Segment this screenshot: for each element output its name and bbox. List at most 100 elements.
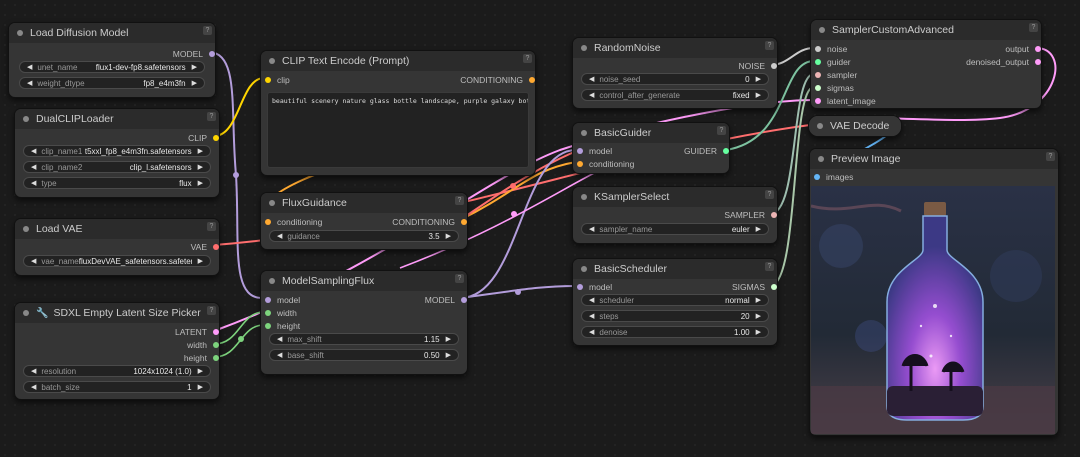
widget-unet-name[interactable]: ◀ unet_name flux1-dev-fp8.safetensors ▶: [19, 61, 205, 73]
output-port-icon[interactable]: [771, 284, 777, 290]
arrow-left-icon[interactable]: ◀: [589, 75, 594, 83]
arrow-right-icon[interactable]: ▶: [198, 257, 203, 265]
output-guider[interactable]: GUIDER: [684, 145, 729, 157]
input-port-icon[interactable]: [815, 85, 821, 91]
output-port-icon[interactable]: [213, 329, 219, 335]
arrow-left-icon[interactable]: ◀: [277, 351, 282, 359]
help-icon[interactable]: ?: [455, 196, 464, 205]
output-clip[interactable]: CLIP: [188, 132, 219, 144]
input-height[interactable]: height: [265, 320, 300, 332]
node-header[interactable]: 🔧 SDXL Empty Latent Size Picker?: [15, 303, 219, 323]
widget-scheduler[interactable]: ◀ scheduler normal ▶: [581, 294, 769, 306]
arrow-right-icon[interactable]: ▶: [198, 383, 203, 391]
arrow-right-icon[interactable]: ▶: [192, 79, 197, 87]
arrow-right-icon[interactable]: ▶: [192, 63, 197, 71]
help-icon[interactable]: ?: [523, 54, 532, 63]
node-header[interactable]: Load Diffusion Model?: [9, 23, 215, 43]
arrow-left-icon[interactable]: ◀: [589, 312, 594, 320]
output-port-icon[interactable]: [213, 135, 219, 141]
input-port-icon[interactable]: [265, 219, 271, 225]
collapse-dot-icon[interactable]: [17, 30, 23, 36]
prompt-text-area[interactable]: beautiful scenery nature glass bottle la…: [267, 92, 529, 168]
help-icon[interactable]: ?: [207, 112, 216, 121]
collapse-dot-icon[interactable]: [818, 156, 824, 162]
node-header[interactable]: VAE Decode: [809, 116, 901, 136]
input-port-icon[interactable]: [265, 297, 271, 303]
output-height[interactable]: height: [184, 352, 219, 364]
arrow-left-icon[interactable]: ◀: [31, 163, 36, 171]
widget-sampler-name[interactable]: ◀ sampler_name euler ▶: [581, 223, 769, 235]
node-flux-guidance[interactable]: FluxGuidance? conditioning CONDITIONING …: [260, 192, 468, 250]
widget-noise-seed[interactable]: ◀ noise_seed 0 ▶: [581, 73, 769, 85]
output-vae[interactable]: VAE: [191, 241, 219, 253]
collapse-dot-icon[interactable]: [269, 58, 275, 64]
collapse-dot-icon[interactable]: [269, 278, 275, 284]
input-port-icon[interactable]: [577, 148, 583, 154]
help-icon[interactable]: ?: [717, 126, 726, 135]
input-port-icon[interactable]: [815, 59, 821, 65]
collapse-dot-icon[interactable]: [23, 226, 29, 232]
widget-max-shift[interactable]: ◀ max_shift 1.15 ▶: [269, 333, 459, 345]
node-header[interactable]: Load VAE?: [15, 219, 219, 239]
widget-control-after-generate[interactable]: ◀ control_after_generate fixed ▶: [581, 89, 769, 101]
arrow-right-icon[interactable]: ▶: [756, 296, 761, 304]
arrow-right-icon[interactable]: ▶: [446, 232, 451, 240]
widget-resolution[interactable]: ◀ resolution 1024x1024 (1.0) ▶: [23, 365, 211, 377]
input-images[interactable]: images: [814, 171, 853, 183]
collapse-dot-icon[interactable]: [269, 200, 275, 206]
input-model[interactable]: model: [577, 145, 612, 157]
input-port-icon[interactable]: [577, 284, 583, 290]
output-width[interactable]: width: [187, 339, 219, 351]
arrow-left-icon[interactable]: ◀: [31, 257, 36, 265]
arrow-left-icon[interactable]: ◀: [277, 335, 282, 343]
arrow-left-icon[interactable]: ◀: [589, 91, 594, 99]
node-header[interactable]: BasicScheduler?: [573, 259, 777, 279]
node-header[interactable]: RandomNoise?: [573, 38, 777, 58]
input-clip[interactable]: clip: [265, 74, 290, 86]
output-conditioning[interactable]: CONDITIONING: [392, 216, 467, 228]
node-preview-image[interactable]: Preview Image? images: [809, 148, 1059, 436]
output-port-icon[interactable]: [1035, 59, 1041, 65]
help-icon[interactable]: ?: [765, 262, 774, 271]
widget-base-shift[interactable]: ◀ base_shift 0.50 ▶: [269, 349, 459, 361]
input-port-icon[interactable]: [815, 98, 821, 104]
input-model[interactable]: model: [265, 294, 300, 306]
input-port-icon[interactable]: [577, 161, 583, 167]
node-header[interactable]: Preview Image?: [810, 149, 1058, 169]
help-icon[interactable]: ?: [203, 26, 212, 35]
widget-guidance[interactable]: ◀ guidance 3.5 ▶: [269, 230, 459, 242]
output-port-icon[interactable]: [213, 355, 219, 361]
arrow-right-icon[interactable]: ▶: [198, 147, 203, 155]
output-port-icon[interactable]: [213, 342, 219, 348]
output-port-icon[interactable]: [529, 77, 535, 83]
input-conditioning[interactable]: conditioning: [265, 216, 322, 228]
node-header[interactable]: DualCLIPLoader?: [15, 109, 219, 129]
collapse-dot-icon[interactable]: [581, 45, 587, 51]
node-header[interactable]: CLIP Text Encode (Prompt)?: [261, 51, 535, 71]
output-sampler[interactable]: SAMPLER: [724, 209, 777, 221]
arrow-right-icon[interactable]: ▶: [756, 75, 761, 83]
arrow-left-icon[interactable]: ◀: [31, 367, 36, 375]
output-port-icon[interactable]: [771, 63, 777, 69]
widget-clip-name1[interactable]: ◀ clip_name1 t5xxl_fp8_e4m3fn.safetensors ▶: [23, 145, 211, 157]
collapse-dot-icon[interactable]: [581, 266, 587, 272]
arrow-right-icon[interactable]: ▶: [446, 351, 451, 359]
help-icon[interactable]: ?: [765, 190, 774, 199]
collapse-dot-icon[interactable]: [817, 123, 823, 129]
arrow-right-icon[interactable]: ▶: [756, 225, 761, 233]
input-model[interactable]: model: [577, 281, 612, 293]
node-header[interactable]: ModelSamplingFlux?: [261, 271, 467, 291]
help-icon[interactable]: ?: [207, 222, 216, 231]
arrow-left-icon[interactable]: ◀: [31, 147, 36, 155]
input-port-icon[interactable]: [815, 72, 821, 78]
arrow-left-icon[interactable]: ◀: [31, 179, 36, 187]
collapse-dot-icon[interactable]: [23, 310, 29, 316]
node-dualcliploader[interactable]: DualCLIPLoader? CLIP ◀ clip_name1 t5xxl_fp…: [14, 108, 220, 198]
node-basic-scheduler[interactable]: BasicScheduler? model SIGMAS ◀ scheduler n…: [572, 258, 778, 346]
arrow-right-icon[interactable]: ▶: [198, 163, 203, 171]
arrow-left-icon[interactable]: ◀: [27, 79, 32, 87]
help-icon[interactable]: ?: [765, 41, 774, 50]
widget-steps[interactable]: ◀ steps 20 ▶: [581, 310, 769, 322]
arrow-right-icon[interactable]: ▶: [446, 335, 451, 343]
arrow-left-icon[interactable]: ◀: [31, 383, 36, 391]
